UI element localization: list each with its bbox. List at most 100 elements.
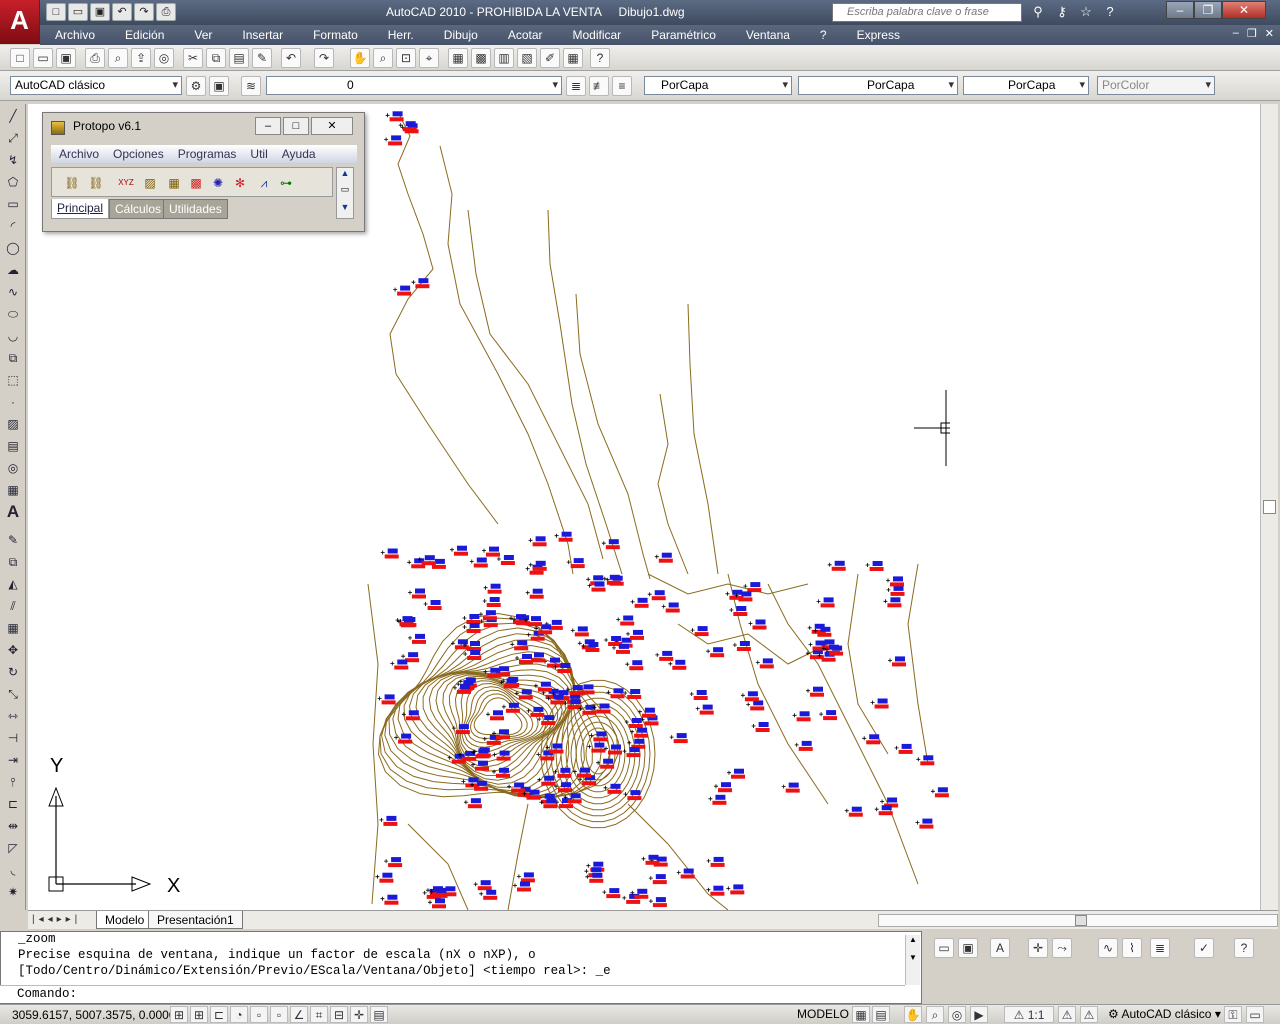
- break-icon[interactable]: ⊏: [2, 794, 24, 814]
- cut-icon[interactable]: ✂: [183, 48, 203, 68]
- menu-dibujo[interactable]: Dibujo: [429, 25, 478, 45]
- protopo-menu-opciones[interactable]: Opciones: [105, 145, 170, 163]
- protopo-menu-util[interactable]: Util: [242, 145, 273, 163]
- rotate-icon[interactable]: ↻: [2, 662, 24, 682]
- revision-cloud-icon[interactable]: ☁: [2, 260, 24, 280]
- help-icon[interactable]: ?: [1100, 3, 1120, 21]
- doc-restore-icon[interactable]: ❐: [1247, 27, 1257, 40]
- gradient-icon[interactable]: ▤: [2, 436, 24, 456]
- fillet-icon[interactable]: ◟: [2, 860, 24, 880]
- workspace-settings-icon[interactable]: ⚙: [186, 76, 206, 96]
- zoom-previous-icon[interactable]: ⌖: [419, 48, 439, 68]
- region-icon[interactable]: ◎: [2, 458, 24, 478]
- protopo-tab-calculos[interactable]: Cálculos: [109, 199, 168, 219]
- menu-ventana[interactable]: Ventana: [731, 25, 790, 45]
- spline-icon[interactable]: ∿: [2, 282, 24, 302]
- steering-wheel-icon[interactable]: ◎: [948, 1006, 966, 1023]
- help-button-icon[interactable]: ?: [590, 48, 610, 68]
- binoculars-icon[interactable]: ⚲: [1028, 3, 1048, 21]
- polyline-icon[interactable]: ↯: [2, 150, 24, 170]
- circle-icon[interactable]: ◯: [2, 238, 24, 258]
- help-question-icon[interactable]: ?: [1234, 938, 1254, 958]
- grid-icon[interactable]: ▦: [164, 173, 184, 193]
- scroll-up-icon[interactable]: ▲: [337, 168, 353, 184]
- menu-herr[interactable]: Herr.: [373, 25, 414, 45]
- protopo-close-icon[interactable]: ✕: [311, 117, 353, 135]
- protopo-menu-programas[interactable]: Programas: [170, 145, 243, 163]
- offset-icon[interactable]: ⫽: [2, 596, 24, 616]
- object-snap-icon[interactable]: ▫: [250, 1006, 268, 1023]
- protopo-menu-archivo[interactable]: Archivo: [51, 145, 105, 163]
- extend-icon[interactable]: ⇥: [2, 750, 24, 770]
- slope-icon[interactable]: ⩘: [254, 173, 274, 193]
- linetype-select[interactable]: PorCapa: [798, 76, 958, 95]
- protopo-tab-utilidades[interactable]: Utilidades: [163, 199, 228, 219]
- autocad-logo-button[interactable]: A: [0, 0, 40, 44]
- quick-view-layouts-icon[interactable]: ▦: [852, 1006, 870, 1023]
- point-icon[interactable]: ·: [2, 392, 24, 412]
- mirror-icon[interactable]: ◭: [2, 574, 24, 594]
- lineweight-icon[interactable]: ✛: [350, 1006, 368, 1023]
- star-icon[interactable]: ☆: [1076, 3, 1096, 21]
- redo-icon[interactable]: ↷: [134, 3, 154, 21]
- command-scrollbar[interactable]: ▲ ▼: [905, 935, 920, 985]
- layer-icon[interactable]: ≣: [1150, 938, 1170, 958]
- zoom-status-icon[interactable]: ⌕: [926, 1006, 944, 1023]
- save-icon[interactable]: ▣: [958, 938, 978, 958]
- undo-icon[interactable]: ↶: [281, 48, 301, 68]
- match-properties-icon[interactable]: ✎: [252, 48, 272, 68]
- scroll-down-icon[interactable]: ▼: [337, 202, 353, 218]
- plot-preview-icon[interactable]: ⌕: [108, 48, 128, 68]
- make-current-layer-icon[interactable]: ≣: [566, 76, 586, 96]
- minimize-icon[interactable]: –: [1166, 1, 1194, 19]
- design-center-icon[interactable]: ▩: [471, 48, 491, 68]
- doc-minimize-icon[interactable]: –: [1233, 27, 1239, 40]
- new-file-icon[interactable]: □: [46, 3, 66, 21]
- plot-icon[interactable]: ⎙: [85, 48, 105, 68]
- close-icon[interactable]: ✕: [1222, 1, 1266, 19]
- properties-icon[interactable]: ▦: [448, 48, 468, 68]
- key-icon[interactable]: ⚷: [1052, 3, 1072, 21]
- menu-help[interactable]: ?: [805, 25, 827, 45]
- annotation-visibility-icon[interactable]: ⚠: [1058, 1006, 1076, 1023]
- break-at-point-icon[interactable]: ⫯: [2, 772, 24, 792]
- spline-edit-icon[interactable]: ⌇: [1122, 938, 1142, 958]
- tab-presentacion1[interactable]: Presentación1: [148, 911, 243, 929]
- lineweight-select[interactable]: PorCapa: [963, 76, 1089, 95]
- layer-manager-icon[interactable]: ≋: [241, 76, 261, 96]
- polygon-icon[interactable]: ⬠: [2, 172, 24, 192]
- osnap-icon[interactable]: ⤳: [1052, 938, 1072, 958]
- menu-formato[interactable]: Formato: [298, 25, 358, 45]
- paste-icon[interactable]: ▤: [229, 48, 249, 68]
- open-icon[interactable]: ▭: [33, 48, 53, 68]
- tab-navigation-icons[interactable]: |◂◂▸▸|: [32, 914, 81, 925]
- erase-icon[interactable]: ✎: [2, 530, 24, 550]
- arc-icon[interactable]: ◜: [2, 216, 24, 236]
- ellipse-icon[interactable]: ⬭: [2, 304, 24, 324]
- scroll-mid-icon[interactable]: ▭: [337, 184, 353, 202]
- quick-view-drawings-icon[interactable]: ▤: [872, 1006, 890, 1023]
- save-icon[interactable]: ▣: [90, 3, 110, 21]
- zoom-window-icon[interactable]: ⊡: [396, 48, 416, 68]
- protopo-maximize-icon[interactable]: □: [283, 117, 309, 135]
- stretch-icon[interactable]: ⇿: [2, 706, 24, 726]
- print-icon[interactable]: ⎙: [156, 3, 176, 21]
- workspace-switching[interactable]: ⚙ AutoCAD clásico ▾: [1108, 1007, 1221, 1021]
- open-file-icon[interactable]: ▭: [68, 3, 88, 21]
- ducs-icon[interactable]: ⌗: [310, 1006, 328, 1023]
- scale-icon[interactable]: ⤡: [2, 684, 24, 704]
- horizontal-scroll-thumb[interactable]: [1075, 915, 1087, 926]
- redo-icon[interactable]: ↷: [314, 48, 334, 68]
- copy-object-icon[interactable]: ⧉: [2, 552, 24, 572]
- 3d-osnap-icon[interactable]: ▫: [270, 1006, 288, 1023]
- chamfer-icon[interactable]: ◸: [2, 838, 24, 858]
- auto-scale-icon[interactable]: ⚠: [1080, 1006, 1098, 1023]
- otrack-icon[interactable]: ∠: [290, 1006, 308, 1023]
- mesh-icon[interactable]: ✺: [208, 173, 228, 193]
- profile-icon[interactable]: ✻: [230, 173, 250, 193]
- command-input[interactable]: Comando:: [0, 985, 905, 1003]
- color-select[interactable]: PorCapa: [644, 76, 792, 95]
- protopo-scroll[interactable]: ▲ ▭ ▼: [336, 167, 354, 219]
- make-block-icon[interactable]: ⬚: [2, 370, 24, 390]
- open-folder-icon[interactable]: ▭: [934, 938, 954, 958]
